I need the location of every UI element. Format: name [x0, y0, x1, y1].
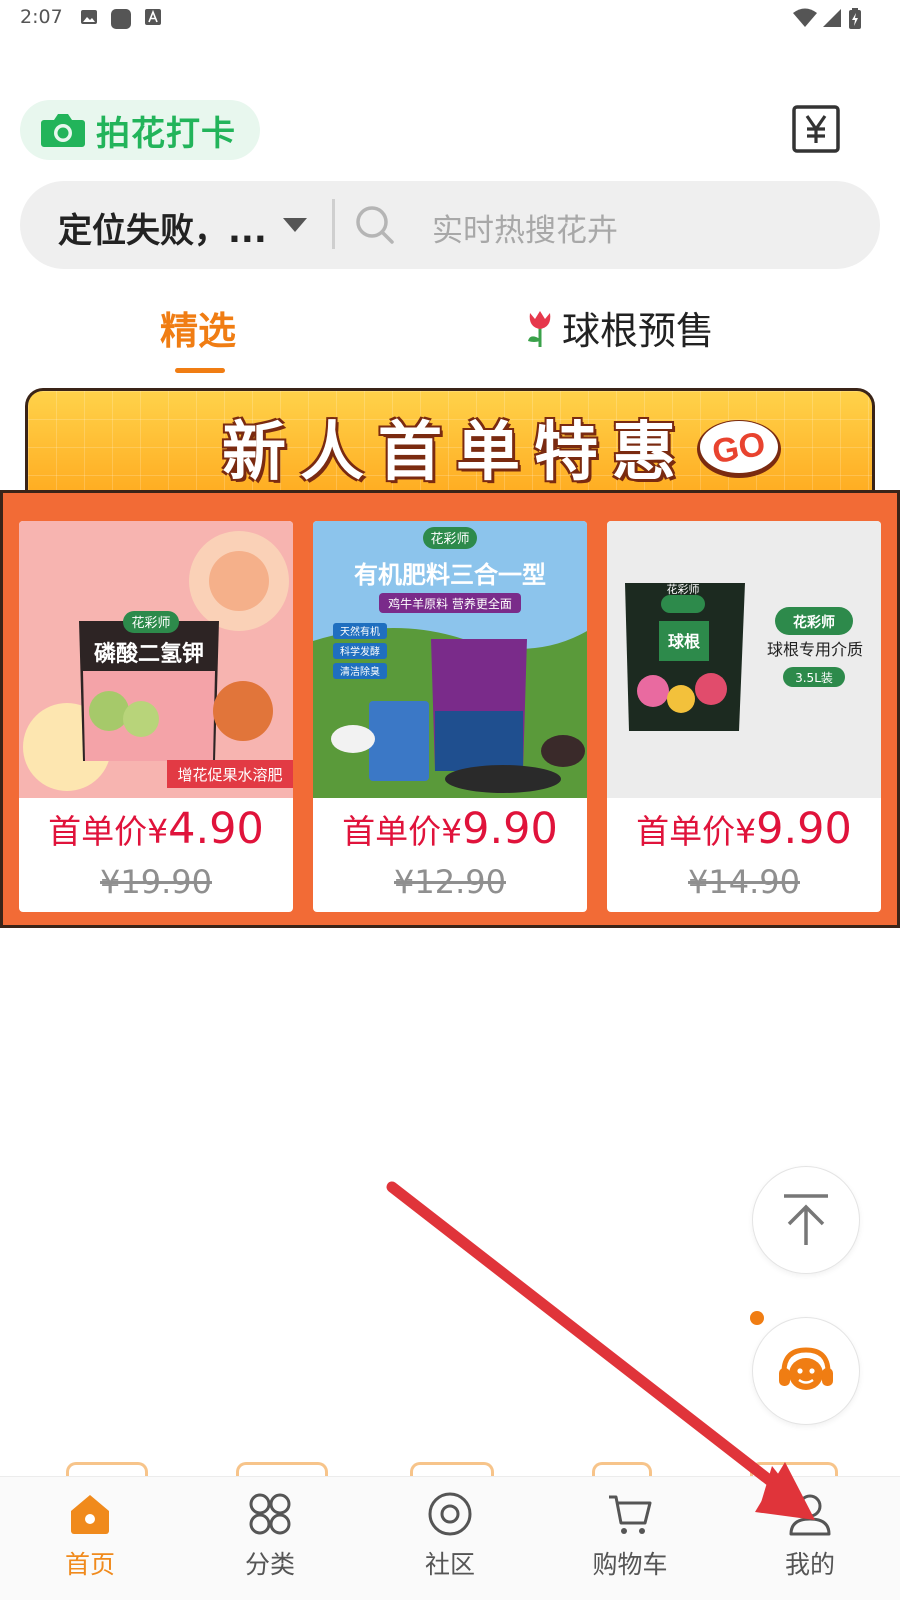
product-image-title: 有机肥料三合一型: [354, 561, 546, 589]
tab-active-indicator: [175, 368, 225, 373]
photo-checkin-button[interactable]: 拍花打卡: [20, 100, 260, 160]
text-notification-icon: [145, 9, 161, 25]
wifi-icon: [793, 8, 817, 27]
nav-label-cart: 购物车: [592, 1550, 668, 1579]
status-bar: 2:07: [0, 0, 900, 38]
promo-title: 新人首单特惠: [222, 416, 690, 490]
product-card[interactable]: 花彩师 有机肥料三合一型 鸡牛羊原料 营养更全面 天然有机 科学发酵 清洁除臭 …: [313, 521, 587, 912]
search-input[interactable]: 实时热搜花卉: [432, 205, 618, 250]
chevron-down-icon[interactable]: [282, 217, 308, 233]
yen-icon[interactable]: [792, 105, 840, 153]
original-price: ¥14.90: [688, 863, 800, 901]
product-image-badge: 3.5L装: [795, 671, 833, 685]
product-card[interactable]: 花彩师 磷酸二氢钾 增花促果水溶肥 首单价¥4.90 ¥19.90: [19, 521, 293, 912]
status-time: 2:07: [20, 6, 63, 28]
product-price: 首单价¥4.90: [19, 804, 293, 854]
go-badge-icon[interactable]: GO: [693, 415, 785, 481]
home-icon: [71, 1495, 109, 1534]
price-value: 9.90: [756, 804, 852, 854]
nav-label-community: 社区: [424, 1550, 475, 1579]
peek-decoration: [410, 1462, 494, 1476]
arrow-up-icon: [784, 1194, 828, 1245]
product-image-title: 磷酸二氢钾: [94, 641, 204, 667]
peek-decoration: [236, 1462, 328, 1476]
peek-decoration: [66, 1462, 148, 1476]
profile-icon: [789, 1494, 831, 1536]
product-image-title: 球根专用介质: [767, 640, 863, 659]
customer-service-button[interactable]: [752, 1317, 860, 1425]
community-icon: [428, 1492, 472, 1536]
product-image-subtitle: 鸡牛羊原料 营养更全面: [388, 596, 512, 611]
product-image-caption: 增花促果水溶肥: [177, 766, 282, 784]
headset-icon: [779, 1347, 833, 1390]
back-to-top-button[interactable]: [752, 1166, 860, 1274]
nav-label-profile: 我的: [784, 1550, 835, 1579]
tab-featured[interactable]: 精选: [160, 300, 236, 355]
product-tag: 清洁除臭: [340, 665, 380, 678]
price-value: 4.90: [168, 804, 264, 854]
peek-decoration: [592, 1462, 652, 1476]
notification-dot: [750, 1311, 764, 1325]
nav-item-cart[interactable]: 购物车: [540, 1477, 720, 1600]
promo-banner-header[interactable]: 新人首单特惠 GO: [25, 388, 875, 492]
product-image: 花彩师 磷酸二氢钾 增花促果水溶肥: [19, 521, 293, 798]
nav-item-home[interactable]: 首页: [0, 1477, 180, 1600]
price-prefix: 首单价¥: [342, 812, 463, 851]
nav-item-community[interactable]: 社区: [360, 1477, 540, 1600]
tulip-icon: [528, 310, 551, 347]
product-image: 花彩师 有机肥料三合一型 鸡牛羊原料 营养更全面 天然有机 科学发酵 清洁除臭: [313, 521, 587, 798]
product-tag: 天然有机: [340, 625, 380, 638]
product-brand-text: 花彩师: [667, 583, 700, 596]
price-prefix: 首单价¥: [636, 812, 757, 851]
nav-item-category[interactable]: 分类: [180, 1477, 360, 1600]
product-tag: 科学发酵: [340, 645, 380, 658]
camera-icon: [41, 114, 85, 147]
gallery-icon: [81, 10, 97, 24]
signal-icon: [823, 9, 841, 27]
product-brand-text: 花彩师: [793, 614, 835, 631]
peek-decoration: [750, 1462, 838, 1476]
tab-bulb-label: 球根预售: [562, 309, 715, 353]
product-brand-text: 花彩师: [430, 531, 469, 547]
nav-item-profile[interactable]: 我的: [720, 1477, 900, 1600]
nav-label-category: 分类: [244, 1550, 295, 1579]
tab-bulb-presale[interactable]: 球根预售: [522, 300, 714, 355]
battery-icon: [849, 8, 861, 29]
product-brand-text: 花彩师: [131, 615, 170, 631]
search-icon: [356, 206, 394, 244]
category-icon: [249, 1493, 291, 1535]
bag-label: 球根: [668, 632, 700, 651]
cart-icon: [609, 1495, 652, 1534]
product-price: 首单价¥9.90: [313, 804, 587, 854]
nav-label-home: 首页: [64, 1550, 115, 1579]
product-image: 花彩师 球根 花彩师 球根专用介质 3.5L装: [607, 521, 881, 798]
search-bar: 定位失败，... 实时热搜花卉: [20, 181, 880, 269]
product-card[interactable]: 花彩师 球根 花彩师 球根专用介质 3.5L装 首单价¥9.90 ¥14.90: [607, 521, 881, 912]
price-value: 9.90: [462, 804, 558, 854]
checkin-label: 拍花打卡: [96, 113, 236, 154]
bottom-tab-bar: 首页 分类 社区 购物车 我的: [0, 1476, 900, 1600]
search-divider: [332, 199, 335, 249]
price-prefix: 首单价¥: [48, 812, 169, 851]
product-price: 首单价¥9.90: [607, 804, 881, 854]
app-notification-icon: [111, 9, 131, 29]
location-selector[interactable]: 定位失败，...: [58, 203, 267, 252]
original-price: ¥19.90: [100, 863, 212, 901]
original-price: ¥12.90: [394, 863, 506, 901]
